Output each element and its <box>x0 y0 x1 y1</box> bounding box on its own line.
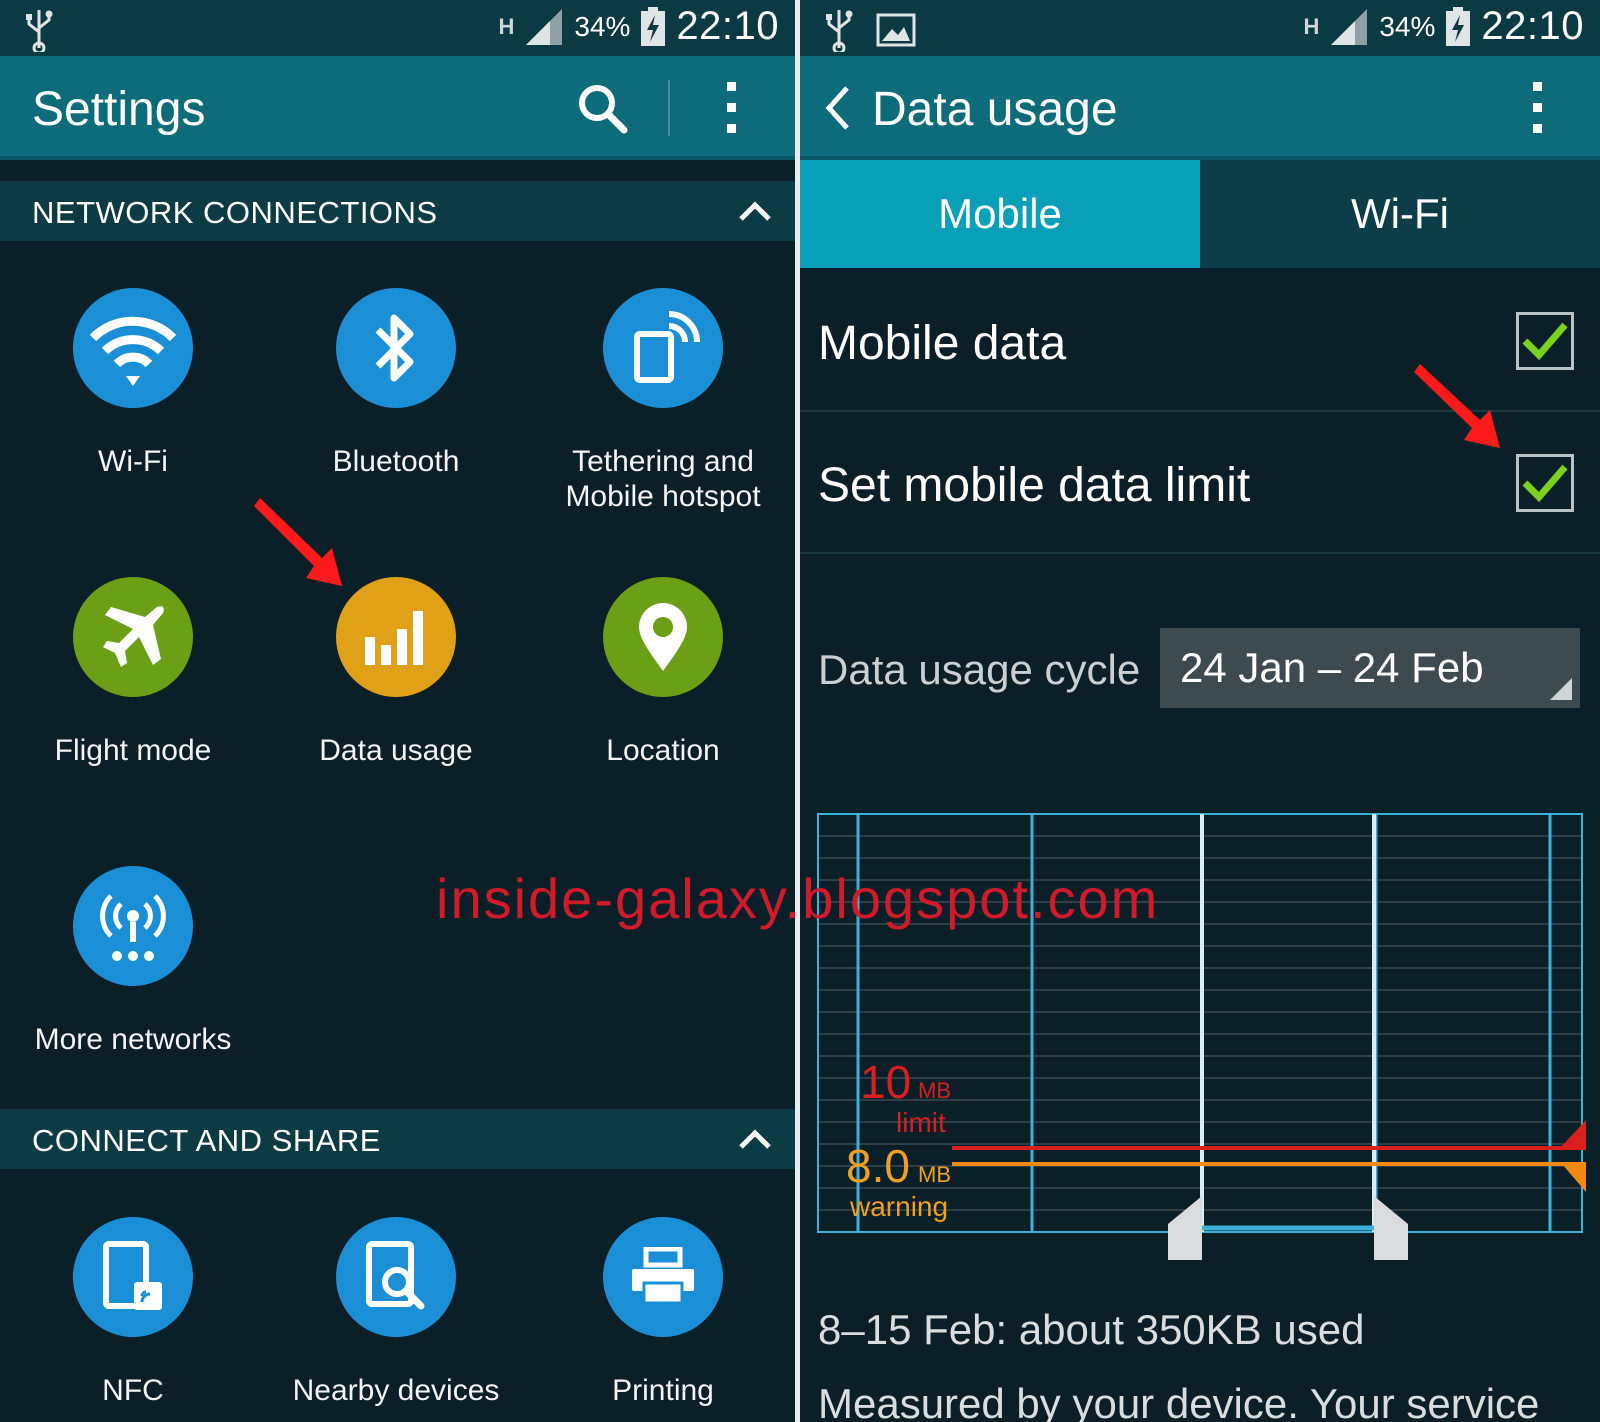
measurement-note: Measured by your device. Your service <box>818 1380 1540 1422</box>
tile-nfc[interactable]: NFC <box>0 1217 266 1408</box>
usage-summary: 8–15 Feb: about 350KB used <box>818 1306 1365 1353</box>
tile-label: More networks <box>34 1023 232 1056</box>
tab-wifi[interactable]: Wi-Fi <box>1200 160 1600 268</box>
limit-label: limit <box>896 1107 946 1138</box>
status-time: 22:10 <box>676 4 779 48</box>
tile-more-networks[interactable]: More networks <box>0 866 266 1057</box>
range-end-handle[interactable] <box>1374 1196 1408 1260</box>
section-connect-and-share[interactable]: CONNECT AND SHARE <box>0 1109 795 1169</box>
tile-nearby-devices[interactable]: Nearby devices <box>263 1217 529 1408</box>
tile-label: Printing <box>612 1374 714 1407</box>
annotation-arrow <box>254 498 342 586</box>
data-usage-icon <box>336 577 456 697</box>
cycle-label: Data usage cycle <box>818 646 1141 693</box>
bluetooth-icon <box>336 288 456 408</box>
tile-label: Tethering and Mobile hotspot <box>530 444 795 514</box>
data-usage-screen: H 34% 22:10 Data usage Mobile Wi-Fi Mobi… <box>800 0 1600 1422</box>
tile-label: Data usage <box>319 734 473 767</box>
cycle-dropdown[interactable]: 24 Jan – 24 Feb <box>1160 628 1580 708</box>
set-data-limit-label: Set mobile data limit <box>818 459 1251 512</box>
tile-label: NFC <box>102 1374 164 1407</box>
section-network-connections[interactable]: NETWORK CONNECTIONS <box>0 181 795 241</box>
signal-icon <box>1331 8 1368 45</box>
tab-mobile[interactable]: Mobile <box>800 160 1200 268</box>
tile-printing[interactable]: Printing <box>530 1217 795 1408</box>
tile-label: Flight mode <box>54 734 212 767</box>
watermark: inside-galaxy.blogspot.com <box>436 867 1160 930</box>
limit-value: 10 <box>860 1056 911 1108</box>
chevron-up-icon <box>739 1129 771 1149</box>
dropdown-corner-icon <box>1550 678 1572 700</box>
printer-icon <box>603 1217 723 1337</box>
battery-percent: 34% <box>1379 10 1436 42</box>
tile-label: Location <box>606 734 720 767</box>
overflow-menu-button[interactable] <box>1510 78 1566 138</box>
usb-icon <box>826 10 853 52</box>
section-label: NETWORK CONNECTIONS <box>32 195 438 230</box>
settings-app-bar: Settings <box>0 56 795 160</box>
tile-data-usage[interactable]: Data usage <box>263 577 529 768</box>
tile-label: Nearby devices <box>292 1374 500 1407</box>
back-arrow-icon <box>825 86 849 130</box>
nearby-devices-icon <box>336 1217 456 1337</box>
wifi-icon <box>73 288 193 408</box>
annotation-arrow <box>1414 364 1500 448</box>
checkmark-icon <box>1522 464 1568 503</box>
checkmark-icon <box>1522 322 1568 361</box>
mobile-data-label: Mobile data <box>818 317 1067 370</box>
network-type-icon: H <box>1303 13 1320 39</box>
tile-bluetooth[interactable]: Bluetooth <box>263 288 529 479</box>
image-notification-icon <box>876 13 916 47</box>
status-time: 22:10 <box>1481 4 1584 48</box>
page-title: Settings <box>32 83 206 136</box>
more-vert-icon <box>1533 82 1542 133</box>
status-bar: H 34% 22:10 <box>800 0 1600 56</box>
airplane-icon <box>73 577 193 697</box>
status-bar: H 34% 22:10 <box>0 0 795 56</box>
tile-label: Wi-Fi <box>98 445 168 478</box>
tile-label-line1: Tethering and <box>572 445 754 478</box>
mobile-data-checkbox[interactable] <box>1516 312 1574 370</box>
network-type-icon: H <box>498 13 515 39</box>
signal-icon <box>526 8 563 45</box>
set-data-limit-checkbox[interactable] <box>1516 454 1574 512</box>
warning-value: 8.0 <box>846 1140 910 1192</box>
appbar-divider <box>668 80 670 136</box>
settings-screen: H 34% 22:10 Settings NETWORK CONNECTIONS <box>0 0 795 1422</box>
warning-unit: MB <box>918 1162 951 1187</box>
tethering-icon <box>603 288 723 408</box>
overflow-menu-button[interactable] <box>704 78 760 138</box>
data-usage-app-bar: Data usage <box>800 56 1600 160</box>
more-vert-icon <box>727 82 736 133</box>
tile-label-line2: Mobile hotspot <box>565 480 761 513</box>
back-button[interactable] <box>810 78 866 138</box>
tile-label: Bluetooth <box>332 445 460 478</box>
battery-charging-icon <box>1446 6 1471 46</box>
warning-label: warning <box>849 1191 948 1222</box>
battery-percent: 34% <box>574 10 631 42</box>
more-networks-icon <box>73 866 193 986</box>
usb-icon <box>26 10 53 52</box>
search-button[interactable] <box>574 78 630 138</box>
page-title: Data usage <box>872 83 1118 136</box>
chevron-up-icon <box>739 201 771 221</box>
nfc-icon <box>73 1217 193 1337</box>
tile-flight-mode[interactable]: Flight mode <box>0 577 266 768</box>
tile-tethering[interactable]: Tethering and Mobile hotspot <box>530 288 795 514</box>
tile-wifi[interactable]: Wi-Fi <box>0 288 266 479</box>
search-icon <box>579 85 628 134</box>
cycle-value: 24 Jan – 24 Feb <box>1180 644 1484 691</box>
tile-location[interactable]: Location <box>530 577 795 768</box>
limit-unit: MB <box>918 1078 951 1103</box>
battery-charging-icon <box>641 6 666 46</box>
tab-bar: Mobile Wi-Fi <box>800 160 1600 268</box>
section-label: CONNECT AND SHARE <box>32 1123 381 1158</box>
location-pin-icon <box>603 577 723 697</box>
range-start-handle[interactable] <box>1168 1196 1202 1260</box>
